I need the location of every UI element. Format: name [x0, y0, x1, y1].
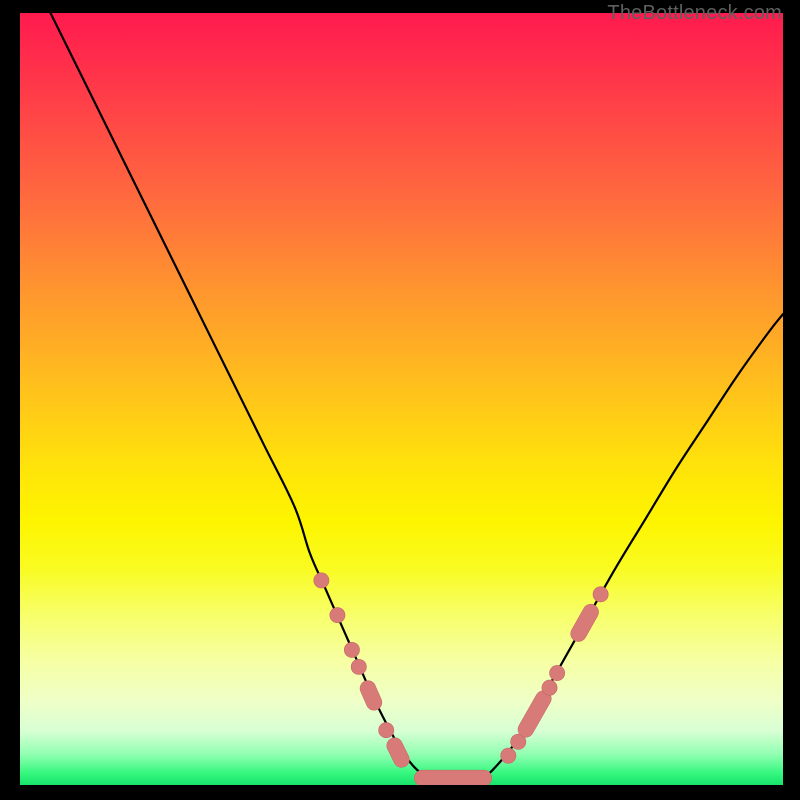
curve-marker: [526, 699, 544, 730]
curve-markers: [314, 573, 609, 778]
watermark-text: TheBottleneck.com: [607, 0, 782, 25]
chart-stage: TheBottleneck.com: [0, 0, 800, 800]
curve-marker: [395, 746, 402, 760]
bottleneck-curve: [51, 13, 783, 782]
curve-marker: [351, 659, 366, 674]
curve-marker: [330, 608, 345, 623]
curve-marker: [542, 680, 557, 695]
curve-marker: [593, 587, 608, 602]
curve-marker: [368, 689, 374, 703]
chart-svg: [20, 13, 783, 785]
curve-marker: [501, 748, 516, 763]
curve-marker: [579, 612, 591, 634]
curve-marker: [314, 573, 329, 588]
curve-marker: [550, 665, 565, 680]
plot-area: [20, 13, 783, 785]
curve-marker: [344, 642, 359, 657]
curve-marker: [379, 723, 394, 738]
